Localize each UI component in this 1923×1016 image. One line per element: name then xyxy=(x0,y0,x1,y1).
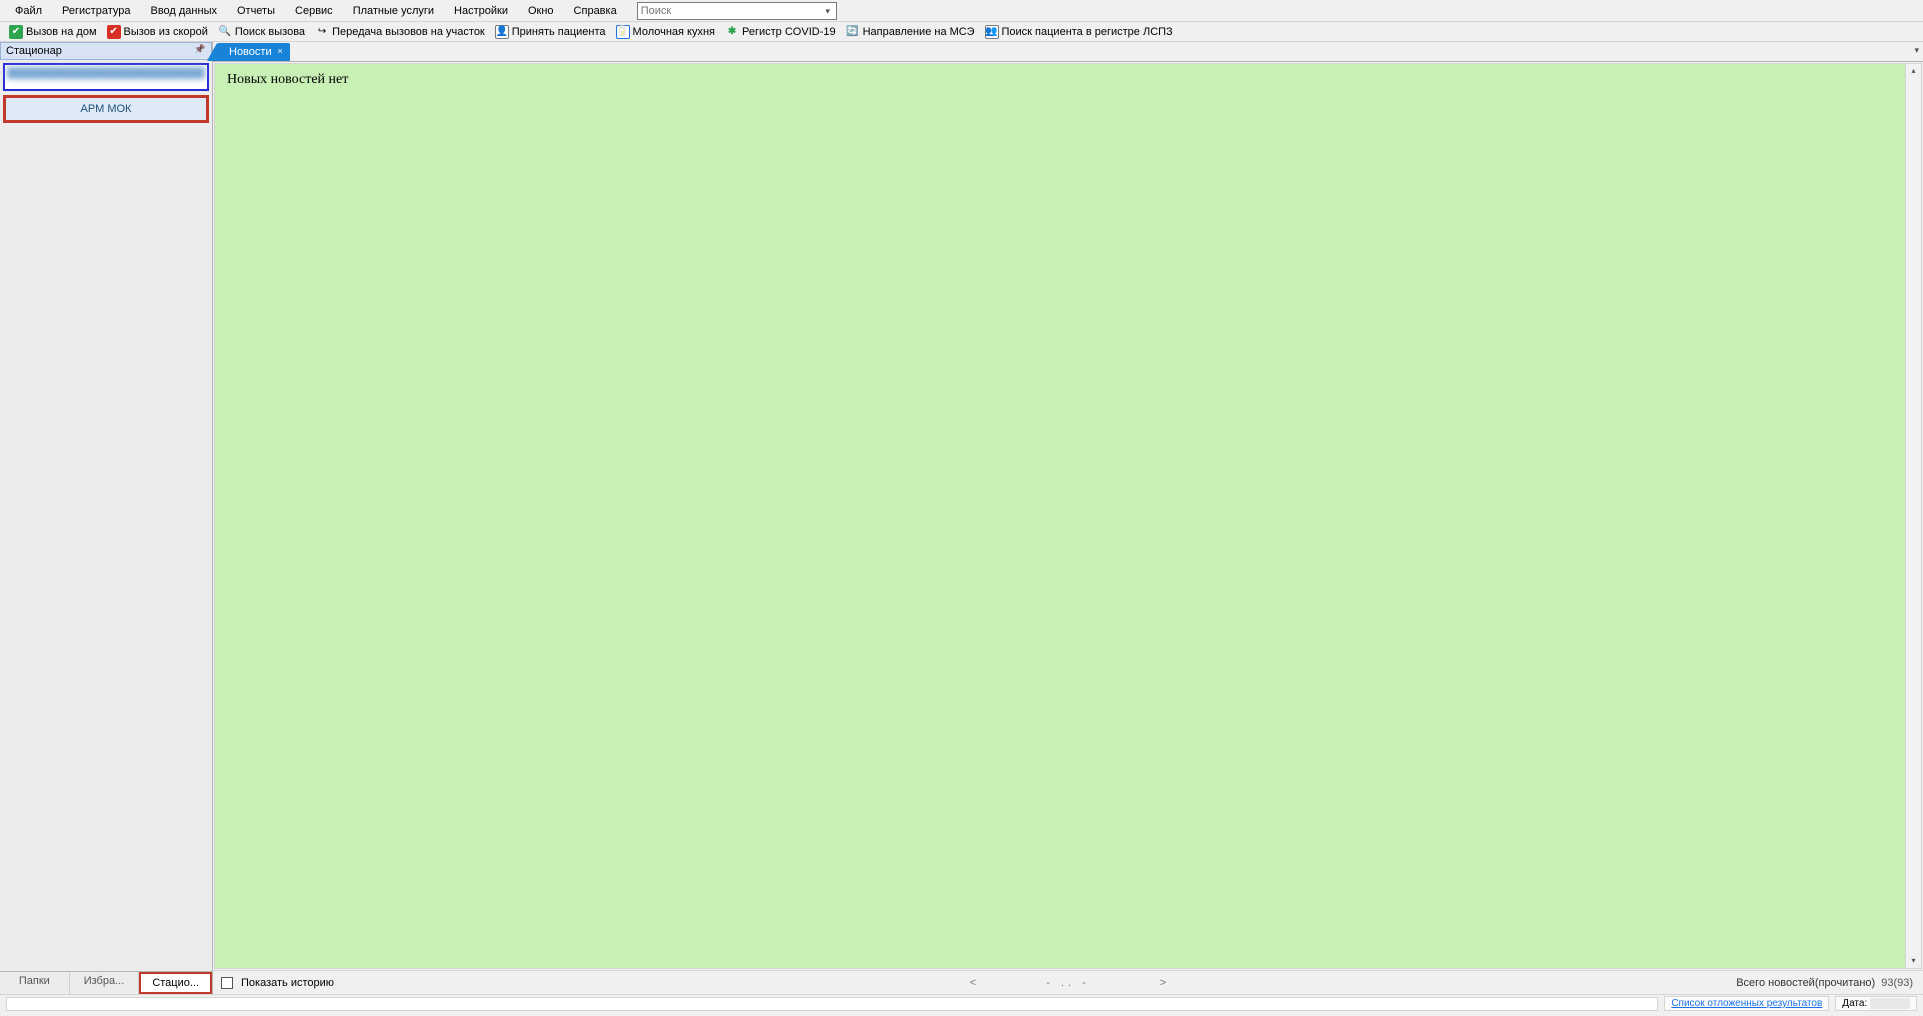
scroll-down-icon[interactable]: ▾ xyxy=(1907,954,1921,968)
menu-help[interactable]: Справка xyxy=(564,2,627,20)
global-search[interactable]: ▾ xyxy=(637,2,837,20)
tabstrip-collapse-icon[interactable]: ▾ xyxy=(1914,45,1919,56)
registry-search-icon: 👥 xyxy=(985,25,999,39)
date-label: Дата: xyxy=(1842,998,1867,1009)
tab-strip: Новости × ▾ xyxy=(213,42,1923,62)
pin-icon[interactable] xyxy=(194,45,206,57)
news-footer: Показать историю < - .. - > Всего новост… xyxy=(213,970,1923,994)
sidebar-body: ████████████████████████████ АРМ МОК xyxy=(0,60,212,971)
menu-reports[interactable]: Отчеты xyxy=(227,2,285,20)
tab-news[interactable]: Новости × xyxy=(217,43,290,61)
tool-search-call[interactable]: 🔍 Поиск вызова xyxy=(214,24,309,40)
covid-icon: ✱ xyxy=(725,25,739,39)
toolbar: ✔ Вызов на дом ✔ Вызов из скорой 🔍 Поиск… xyxy=(0,22,1923,42)
date-value xyxy=(1870,998,1910,1009)
news-total-label: Всего новостей(прочитано) xyxy=(1736,977,1875,989)
sidebar-tab-favorites[interactable]: Избра... xyxy=(70,972,140,994)
sidebar-header[interactable]: Стационар xyxy=(0,42,212,60)
tool-milk-kitchen[interactable]: 🥛 Молочная кухня xyxy=(612,24,719,40)
tool-label: Молочная кухня xyxy=(633,26,715,38)
show-history-checkbox[interactable] xyxy=(221,977,233,989)
tool-label: Вызов из скорой xyxy=(124,26,208,38)
sidebar-item-label: АРМ МОК xyxy=(81,103,132,115)
tool-transfer-calls[interactable]: ↪ Передача вызовов на участок xyxy=(311,24,489,40)
sidebar-tabs: Папки Избра... Стацио... xyxy=(0,971,212,994)
tab-label: Новости xyxy=(229,46,272,58)
pager-prev[interactable]: < xyxy=(970,977,976,989)
tool-label: Регистр COVID-19 xyxy=(742,26,836,38)
tool-label: Поиск вызова xyxy=(235,26,305,38)
milk-icon: 🥛 xyxy=(616,25,630,39)
check-green-icon: ✔ xyxy=(9,25,23,39)
status-date: Дата: xyxy=(1835,996,1917,1011)
content-area: Новости × ▾ Новых новостей нет ▴ ▾ Показ… xyxy=(213,42,1923,994)
tool-label: Вызов на дом xyxy=(26,26,97,38)
check-red-icon: ✔ xyxy=(107,25,121,39)
news-body: Новых новостей нет xyxy=(215,64,1921,96)
tool-ambulance-call[interactable]: ✔ Вызов из скорой xyxy=(103,24,212,40)
news-scrollbar[interactable]: ▴ ▾ xyxy=(1905,64,1921,968)
tool-covid-registry[interactable]: ✱ Регистр COVID-19 xyxy=(721,24,840,40)
status-bar: Список отложенных результатов Дата: xyxy=(0,994,1923,1012)
tool-mse-referral[interactable]: 🔄 Направление на МСЭ xyxy=(842,24,979,40)
news-pane: Новых новостей нет ▴ ▾ xyxy=(214,63,1922,969)
sidebar-tab-folders[interactable]: Папки xyxy=(0,972,70,994)
menu-service[interactable]: Сервис xyxy=(285,2,343,20)
search-icon: 🔍 xyxy=(218,25,232,39)
menu-window[interactable]: Окно xyxy=(518,2,564,20)
menu-settings[interactable]: Настройки xyxy=(444,2,518,20)
tool-label: Принять пациента xyxy=(512,26,606,38)
news-count-value: 93(93) xyxy=(1881,977,1913,989)
news-empty-text: Новых новостей нет xyxy=(227,72,348,87)
scroll-up-icon[interactable]: ▴ xyxy=(1907,64,1921,78)
show-history-label: Показать историю xyxy=(241,977,334,989)
menu-bar: Файл Регистратура Ввод данных Отчеты Сер… xyxy=(0,0,1923,22)
menu-paid-services[interactable]: Платные услуги xyxy=(343,2,444,20)
pager-next[interactable]: > xyxy=(1160,977,1166,989)
news-pager: < - .. - > xyxy=(970,977,1166,989)
tool-home-call[interactable]: ✔ Вызов на дом xyxy=(5,24,101,40)
tool-label: Поиск пациента в регистре ЛСПЗ xyxy=(1002,26,1173,38)
patient-icon: 👤 xyxy=(495,25,509,39)
menu-data-entry[interactable]: Ввод данных xyxy=(140,2,227,20)
tool-accept-patient[interactable]: 👤 Принять пациента xyxy=(491,24,610,40)
sidebar-tab-stationary[interactable]: Стацио... xyxy=(139,972,212,994)
transfer-icon: ↪ xyxy=(315,25,329,39)
global-search-input[interactable] xyxy=(638,3,820,19)
tool-registry-search[interactable]: 👥 Поиск пациента в регистре ЛСПЗ xyxy=(981,24,1177,40)
menu-registry[interactable]: Регистратура xyxy=(52,2,140,20)
search-dropdown-icon[interactable]: ▾ xyxy=(822,4,834,18)
sidebar-title: Стационар xyxy=(6,45,62,57)
pager-center: - .. - xyxy=(1046,977,1090,989)
sidebar-item-arm-mok[interactable]: АРМ МОК xyxy=(3,95,209,123)
tab-close-icon[interactable]: × xyxy=(275,46,286,57)
sidebar-item-redacted[interactable]: ████████████████████████████ xyxy=(3,63,209,91)
tool-label: Передача вызовов на участок xyxy=(332,26,485,38)
deferred-results-link[interactable]: Список отложенных результатов xyxy=(1664,996,1829,1011)
tool-label: Направление на МСЭ xyxy=(863,26,975,38)
status-message-area xyxy=(6,997,1658,1011)
sidebar: Стационар ████████████████████████████ А… xyxy=(0,42,213,994)
mse-icon: 🔄 xyxy=(846,25,860,39)
menu-file[interactable]: Файл xyxy=(5,2,52,20)
